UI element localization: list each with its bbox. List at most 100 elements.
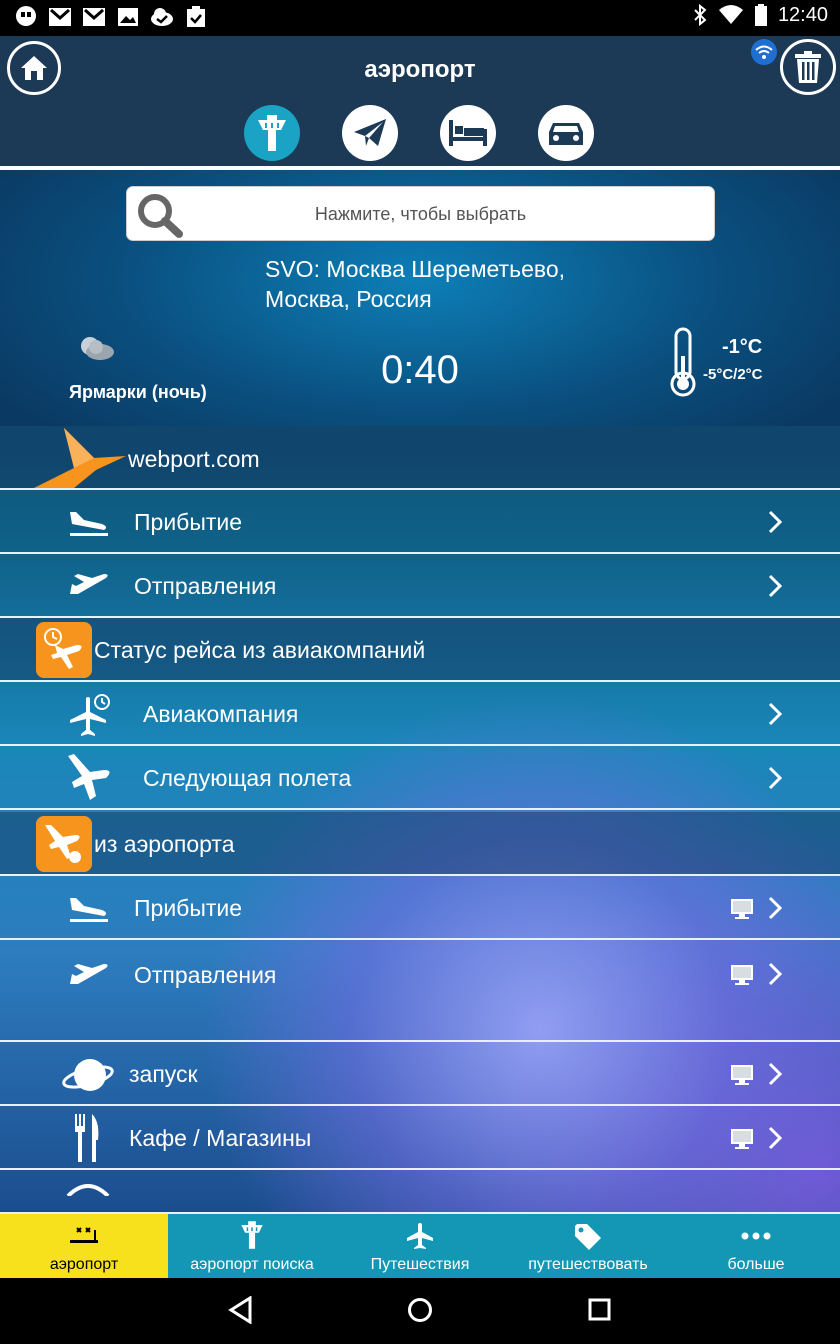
from-airport-label: из аэропорта xyxy=(94,831,235,857)
launch-label: запуск xyxy=(129,1061,198,1087)
menu-item-departures[interactable]: Отправления xyxy=(0,554,840,618)
menu-item-arrivals[interactable]: Прибытие xyxy=(0,490,840,554)
airport-name-line2: Москва, Россия xyxy=(265,286,432,312)
airport-search-input[interactable]: Нажмите, чтобы выбрать xyxy=(126,186,715,241)
airport-name-line1: SVO: Москва Шереметьево, xyxy=(265,256,566,282)
monitor-icon xyxy=(731,1065,753,1085)
paper-plane-icon xyxy=(354,119,386,146)
category-tabs xyxy=(244,105,596,163)
plane-departure-badge-icon xyxy=(45,825,81,863)
chevron-right-icon xyxy=(768,896,782,920)
departures-2-label: Отправления xyxy=(134,962,277,988)
control-tower-icon xyxy=(258,115,286,151)
menu-item-next-flight[interactable]: Следующая полета xyxy=(0,746,840,810)
next-flight-label: Следующая полета xyxy=(143,765,352,791)
car-icon xyxy=(549,123,583,145)
wifi-icon xyxy=(718,5,743,24)
plane-takeoff-icon xyxy=(70,964,108,984)
cloud-done-icon xyxy=(150,5,174,29)
tab-hotels[interactable] xyxy=(440,105,496,161)
hangouts-icon xyxy=(14,5,38,29)
system-icons: 12:40 xyxy=(692,3,828,27)
bottom-tab-airport-search[interactable]: аэропорт поиска xyxy=(168,1214,336,1278)
runway-icon xyxy=(70,1227,98,1243)
plane-clock-icon xyxy=(44,628,82,669)
bottom-tab-bar: аэропорт аэропорт поиска Путешествия пут… xyxy=(0,1212,840,1278)
fork-knife-icon xyxy=(75,1114,99,1162)
menu-item-arrivals-2[interactable]: Прибытие xyxy=(0,876,840,940)
tab-cars[interactable] xyxy=(538,105,594,161)
gmail-icon xyxy=(48,5,72,29)
bottom-tab-airport[interactable]: аэропорт xyxy=(0,1214,168,1278)
recents-icon[interactable] xyxy=(587,1296,613,1324)
temperature-current: -1°C xyxy=(722,336,763,358)
bed-icon xyxy=(449,120,487,146)
airplane-icon xyxy=(407,1223,433,1249)
search-placeholder: Нажмите, чтобы выбрать xyxy=(314,204,527,224)
temperature-range: -5°C/2°C xyxy=(703,366,763,383)
plane-takeoff-icon xyxy=(70,574,108,594)
departures-label: Отправления xyxy=(134,573,277,599)
status-bar: 12:40 xyxy=(0,0,840,36)
chevron-right-icon xyxy=(768,1126,782,1150)
bottom-tab-trips[interactable]: путешествовать xyxy=(504,1214,672,1278)
gmail-icon-2 xyxy=(82,5,106,29)
plane-landing-icon xyxy=(70,512,108,536)
chevron-right-icon xyxy=(768,962,782,986)
section-webport[interactable]: webport.com xyxy=(0,426,840,490)
menu-item-airline[interactable]: Авиакомпания xyxy=(0,682,840,746)
cafe-shops-label: Кафе / Магазины xyxy=(129,1125,312,1151)
monitor-icon xyxy=(731,1129,753,1149)
status-clock: 12:40 xyxy=(777,3,828,26)
monitor-icon xyxy=(731,965,753,985)
delete-button[interactable] xyxy=(780,39,836,95)
webport-bird-logo-icon xyxy=(34,428,126,488)
bottom-tab-airport-search-label: аэропорт поиска xyxy=(190,1256,314,1273)
chevron-right-icon xyxy=(768,1062,782,1086)
chevron-right-icon xyxy=(768,574,782,598)
flight-status-badge xyxy=(36,622,92,678)
trash-icon xyxy=(795,51,821,83)
menu-item-launch[interactable]: запуск xyxy=(0,1042,840,1106)
tab-flights[interactable] xyxy=(342,105,398,161)
connectivity-badge-icon xyxy=(751,39,777,65)
clipboard-check-icon xyxy=(184,5,208,29)
from-airport-badge xyxy=(36,816,92,872)
monitor-icon xyxy=(731,899,753,919)
menu-item-cafe-shops[interactable]: Кафе / Магазины xyxy=(0,1106,840,1170)
battery-icon xyxy=(754,4,767,26)
notification-icons xyxy=(14,5,208,29)
chevron-right-icon xyxy=(768,766,782,790)
app-header: аэропорт xyxy=(0,36,840,170)
menu-item-departures-2[interactable]: Отправления xyxy=(0,940,840,1042)
tag-icon xyxy=(575,1224,601,1250)
arrivals-label: Прибытие xyxy=(134,509,243,535)
airport-name: SVO: Москва Шереметьево, Москва, Россия xyxy=(265,254,685,314)
bluetooth-icon xyxy=(694,3,707,27)
more-dots-icon xyxy=(741,1232,771,1240)
back-icon[interactable] xyxy=(228,1296,254,1324)
arrivals-2-label: Прибытие xyxy=(134,895,243,921)
chevron-right-icon xyxy=(768,510,782,534)
section-flight-status[interactable]: Статус рейса из авиакомпаний xyxy=(0,618,840,682)
bottom-tab-airport-label: аэропорт xyxy=(49,1256,119,1273)
bottom-tab-more-label: больше xyxy=(727,1256,785,1273)
bottom-tab-more[interactable]: больше xyxy=(672,1214,840,1278)
chevron-right-icon xyxy=(768,702,782,726)
section-from-airport[interactable]: из аэропорта xyxy=(0,812,840,876)
bottom-tab-trips-label: путешествовать xyxy=(528,1256,648,1273)
plane-clock-outline-icon xyxy=(70,694,110,736)
airline-label: Авиакомпания xyxy=(143,701,299,727)
plane-landing-icon xyxy=(70,898,108,922)
system-nav-bar xyxy=(0,1278,840,1344)
menu-item-partial[interactable] xyxy=(0,1172,840,1212)
webport-label: webport.com xyxy=(128,446,260,472)
partial-icon xyxy=(66,1184,110,1196)
home-nav-icon[interactable] xyxy=(407,1296,433,1324)
bottom-tab-travel[interactable]: Путешествия xyxy=(336,1214,504,1278)
thermometer-icon xyxy=(670,327,696,397)
image-icon xyxy=(116,5,140,29)
planet-icon xyxy=(62,1059,114,1091)
main-content[interactable]: Нажмите, чтобы выбрать SVO: Москва Шерем… xyxy=(0,170,840,1212)
tab-airport[interactable] xyxy=(244,105,300,161)
